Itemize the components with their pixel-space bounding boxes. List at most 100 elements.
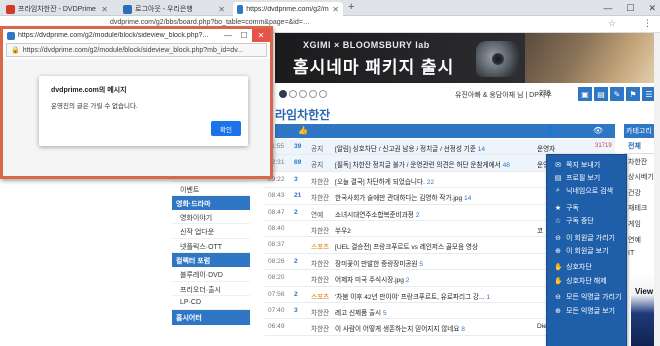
post-title-text[interactable]: 쑤우2	[335, 228, 351, 235]
tab-close-icon[interactable]: ✕	[332, 5, 339, 14]
post-title-text[interactable]: [오늘 결국] 차단하게 되었습니다.	[335, 179, 425, 186]
comment-count: 14	[464, 195, 472, 203]
list-header: 👍 👤 👁	[275, 124, 615, 138]
post-title[interactable]: [알림] 싱호차단 / 신고권 남용 / 정치글 / 선정성 기준 14	[335, 143, 485, 153]
menu-item[interactable]: 블루레이·DVD	[172, 267, 250, 282]
post-title[interactable]: 이 사람이 어떻게 생존하는지 믿어지지 않네요 8	[335, 323, 465, 333]
comment-count: 1	[486, 293, 491, 301]
post-title[interactable]: 쑤우2	[335, 225, 351, 235]
slide-dot[interactable]	[319, 90, 327, 98]
maximize-icon[interactable]: ☐	[626, 3, 634, 14]
url-field[interactable]: dvdprime.com/g2/bbs/board.php?bo_table=c…	[110, 19, 310, 26]
post-author[interactable]: 코	[537, 225, 543, 235]
ad-banner[interactable]: XGIMI × BLOOMSBURY lab 홈시네마 패키지 출시	[275, 33, 660, 83]
popup-maximize-icon[interactable]: ☐	[236, 29, 252, 42]
browser-tab-dvdprime[interactable]: 프라임차한잔 - DVDPrime ✕	[2, 2, 112, 16]
post-title-text[interactable]: 이 사람이 어떻게 생존하는지 믿어지지 않네요	[335, 326, 459, 333]
menu-item[interactable]: 넷플릭스·OTT	[172, 239, 250, 254]
post-title-text[interactable]: 장미꽃이 만발한 중랑장미공원	[335, 261, 418, 268]
post-author[interactable]: 운영자	[537, 143, 555, 153]
post-title[interactable]: '차붐 이후 42년 만이야' 프랑크푸르트, 유로파리그 강... 1	[335, 291, 490, 301]
write-button[interactable]: ✎	[610, 87, 624, 101]
post-title-text[interactable]: 어제자 미국 주식시장.jpg	[335, 277, 404, 284]
user-button-1[interactable]: ▣	[578, 87, 592, 101]
menu-item[interactable]: 프리오더·출시	[172, 282, 250, 296]
page-scrollbar[interactable]	[654, 33, 660, 346]
browser-tab-active[interactable]: https://dvdprime.com/g2/module/block/ ✕	[233, 2, 343, 16]
alert-title: dvdprime.com의 메시지	[51, 87, 127, 94]
post-category: 스포츠	[311, 244, 330, 252]
context-menu-item[interactable]: ☆ 구독 중단	[547, 215, 626, 228]
comment-count: 5	[382, 309, 387, 317]
post-title[interactable]: 한국사회가 술에만 관대하다는 김영하 작가.jpg 14	[335, 192, 471, 202]
popup-address-bar[interactable]: 🔒 https://dvdprime.com/g2/module/block/s…	[6, 43, 267, 57]
views-column-icon: 👁	[593, 126, 604, 135]
post-title[interactable]: [필독] 차한잔 정치글 불가 / 운영관련 의견은 허단 운참게에서 48	[335, 159, 510, 169]
slide-dot[interactable]	[299, 90, 307, 98]
minimize-icon[interactable]: —	[603, 3, 612, 13]
context-menu-item[interactable]: ★ 구독	[547, 201, 626, 214]
popup-close-icon[interactable]: ✕	[252, 29, 270, 42]
post-title-text[interactable]: '차붐 이후 42년 만이야' 프랑크푸르트, 유로파리그 강...	[335, 294, 485, 301]
context-menu-item[interactable]: ⊖ 이 회원글 가리기	[547, 231, 626, 244]
menu-item[interactable]: 영화이야기	[172, 210, 250, 225]
context-menu-item[interactable]: ⊕ 이 회원글 보기	[547, 244, 626, 257]
post-title-text[interactable]: [필독] 차한잔 정치글 불가 / 운영관련 의견은 허단 운참게에서	[335, 162, 501, 169]
post-title-text[interactable]: [UEL 결승전] 프랑크푸르트 vs 레인저스 골모음 영상	[335, 244, 478, 251]
post-title[interactable]: [오늘 결국] 차단하게 되었습니다. 22	[335, 176, 434, 186]
context-item-label: 싱호차단	[566, 264, 592, 272]
menu-item[interactable]: 이벤트	[172, 182, 250, 196]
post-title[interactable]: 어제자 미국 주식시장.jpg 2	[335, 274, 409, 284]
recommend-count: 3	[294, 306, 298, 314]
context-menu-item[interactable]: ⌕ 닉네임으로 검색	[547, 185, 626, 198]
post-title[interactable]: 소녀시대연주소합복준비과정 2	[335, 209, 419, 219]
popup-titlebar[interactable]: https://dvdprime.com/g2/module/block/sid…	[3, 29, 270, 42]
alert-ok-button[interactable]: 확인	[211, 121, 241, 136]
user-toolbar: ▣ ▤ ✎ ⚑ ☰	[578, 87, 656, 101]
context-menu-item[interactable]: ▤ 프로필 보기	[547, 171, 626, 184]
close-window-icon[interactable]: ✕	[648, 3, 656, 14]
slide-dot[interactable]	[279, 90, 287, 98]
post-title-text[interactable]: [알림] 싱호차단 / 신고권 남용 / 정치글 / 선정성 기준	[335, 146, 476, 153]
alert-message: 운영진의 글은 가릴 수 없습니다.	[51, 103, 138, 110]
board-title[interactable]: 라임차한잔	[275, 106, 330, 123]
menu-item[interactable]: LP·CD	[172, 296, 250, 311]
recommend-icon: 👍	[298, 126, 308, 135]
slide-dot[interactable]	[289, 90, 297, 98]
browser-tab-woori[interactable]: 로그아웃 - 우리은행 ✕	[119, 2, 229, 16]
context-menu-item[interactable]: ⊖ 모든 익명글 가리기	[547, 291, 626, 304]
popup-minimize-icon[interactable]: —	[220, 29, 236, 42]
popup-url: https://dvdprime.com/g2/module/block/sid…	[22, 46, 244, 54]
context-menu-item[interactable]: ⊕ 모든 익명글 보기	[547, 304, 626, 317]
comment-count: 48	[502, 162, 510, 170]
author-column-icon: 👤	[545, 126, 555, 135]
post-title-text[interactable]: 레고 신제품 출시	[335, 310, 381, 317]
table-row[interactable]: 11:55 39 공지 [알림] 싱호차단 / 신고권 남용 / 정치글 / 선정성 …	[265, 139, 615, 156]
new-tab-button[interactable]: +	[348, 1, 354, 13]
post-title-text[interactable]: 한국사회가 술에만 관대하다는 김영하 작가.jpg	[335, 195, 462, 202]
context-menu-item[interactable]: ✉ 쪽지 보내기	[547, 158, 626, 171]
slide-dot[interactable]	[309, 90, 317, 98]
lock-icon: 🔒	[11, 47, 20, 54]
post-title-text[interactable]: 소녀시대연주소합복준비과정	[335, 212, 414, 219]
post-category: 차한잔	[311, 309, 330, 317]
context-item-label: 닉네임으로 검색	[566, 188, 614, 196]
tab-close-icon[interactable]: ✕	[101, 5, 108, 14]
flag-button[interactable]: ⚑	[626, 87, 640, 101]
popup-window: https://dvdprime.com/g2/module/block/sid…	[0, 26, 273, 179]
tab-close-icon[interactable]: ✕	[218, 5, 225, 14]
context-menu-item[interactable]: ✋ 싱호차단 해제	[547, 274, 626, 287]
post-title[interactable]: [UEL 결승전] 프랑크푸르트 vs 레인저스 골모음 영상	[335, 241, 478, 251]
user-name[interactable]: 유진아빠 & 웅담아재 님 | DP지수	[455, 90, 552, 100]
view-count: 31719	[595, 143, 612, 149]
post-category: 차한잔	[311, 326, 330, 334]
browser-menu-icon[interactable]: ⋮	[643, 18, 652, 29]
post-category: 공지	[311, 146, 324, 153]
post-category: 연예	[311, 211, 324, 219]
bookmark-star-icon[interactable]: ☆	[608, 18, 616, 29]
user-button-2[interactable]: ▤	[594, 87, 608, 101]
post-title[interactable]: 레고 신제품 출시 5	[335, 307, 387, 317]
context-menu-item[interactable]: ✋ 싱호차단	[547, 261, 626, 274]
post-title[interactable]: 장미꽃이 만발한 중랑장미공원 5	[335, 258, 423, 268]
menu-item[interactable]: 신작 업다운	[172, 224, 250, 239]
